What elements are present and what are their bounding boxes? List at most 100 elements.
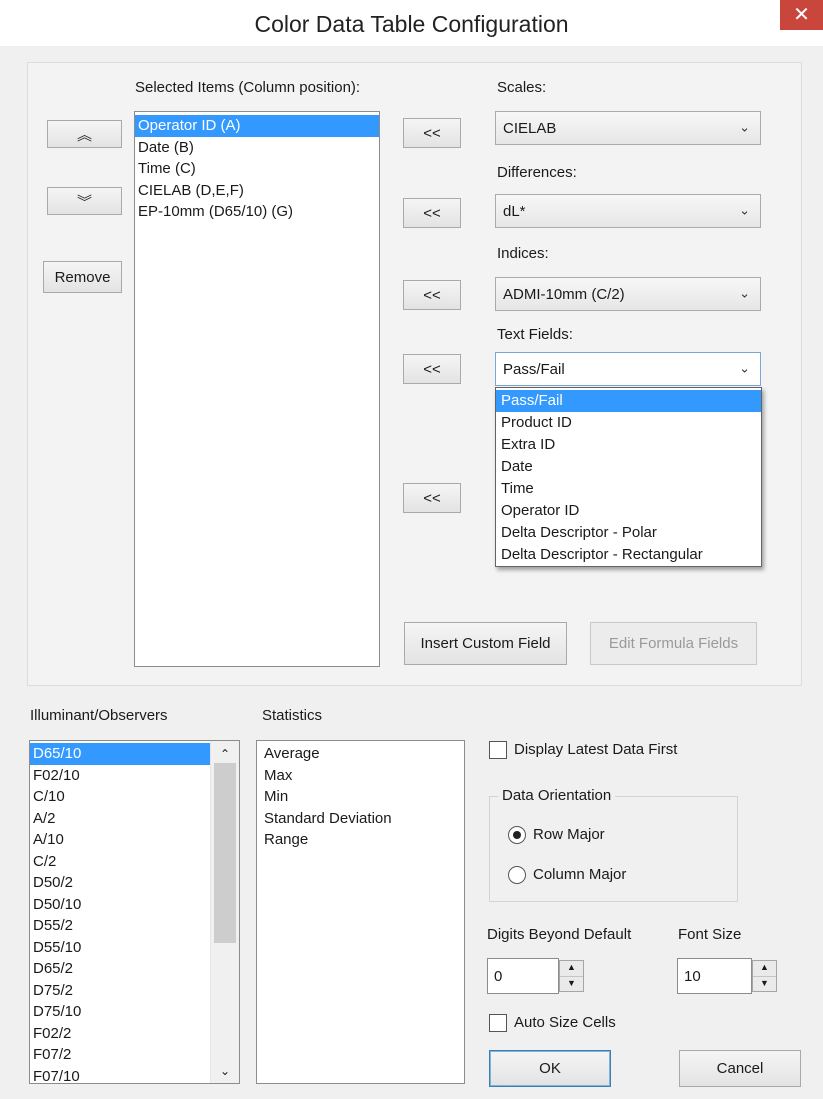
dropdown-option[interactable]: Operator ID [496,500,761,522]
add-custom-button[interactable]: << [403,483,461,513]
statistics-label: Statistics [262,707,323,724]
list-item[interactable]: C/2 [30,851,210,873]
scales-select[interactable]: CIELAB ⌄ [495,111,761,145]
dropdown-option[interactable]: Delta Descriptor - Polar [496,522,761,544]
list-item[interactable]: D50/2 [30,872,210,894]
insert-custom-field-button[interactable]: Insert Custom Field [404,622,567,665]
list-item[interactable]: CIELAB (D,E,F) [135,180,379,202]
list-item[interactable]: F07/10 [30,1066,210,1084]
spin-down-icon[interactable]: ▼ [753,976,776,991]
statistics-list[interactable]: Average Max Min Standard Deviation Range [256,740,465,1084]
list-item[interactable]: D55/2 [30,915,210,937]
add-scale-button[interactable]: << [403,118,461,148]
row-major-radio[interactable] [508,826,526,844]
ok-button[interactable]: OK [489,1050,611,1087]
list-item[interactable]: D55/10 [30,937,210,959]
column-major-label: Column Major [533,866,627,883]
double-chevron-left-icon: << [423,124,441,142]
remove-button[interactable]: Remove [43,261,122,293]
column-major-radio[interactable] [508,866,526,884]
text-fields-dropdown[interactable]: Pass/Fail Product ID Extra ID Date Time … [495,387,762,567]
indices-value: ADMI-10mm (C/2) [503,285,625,303]
dropdown-option[interactable]: Date [496,456,761,478]
list-item[interactable]: Operator ID (A) [135,115,379,137]
move-up-button[interactable]: ︽ [47,120,122,148]
radio-selected-dot [513,831,521,839]
list-item[interactable]: EP-10mm (D65/10) (G) [135,201,379,223]
close-icon: ✕ [793,4,810,26]
double-chevron-left-icon: << [423,204,441,222]
list-item[interactable]: Min [261,786,464,808]
scales-value: CIELAB [503,119,557,137]
chevron-down-icon: ⌄ [739,202,750,218]
list-item[interactable]: D75/10 [30,1001,210,1023]
text-fields-value: Pass/Fail [503,360,565,378]
list-item[interactable]: D65/10 [30,743,210,765]
double-chevron-left-icon: << [423,360,441,378]
list-item[interactable]: Max [261,765,464,787]
illuminant-label: Illuminant/Observers [30,707,168,724]
edit-formula-fields-button[interactable]: Edit Formula Fields [590,622,757,665]
dropdown-option[interactable]: Delta Descriptor - Rectangular [496,544,761,566]
font-size-input[interactable]: 10 [677,958,752,994]
scroll-down-icon[interactable]: ⌄ [211,1061,239,1083]
text-fields-select[interactable]: Pass/Fail ⌄ [495,352,761,386]
list-item[interactable]: Standard Deviation [261,808,464,830]
list-item[interactable]: Date (B) [135,137,379,159]
list-item[interactable]: F07/2 [30,1044,210,1066]
illuminant-list[interactable]: D65/10 F02/10 C/10 A/2 A/10 C/2 D50/2 D5… [29,740,240,1084]
list-item[interactable]: F02/10 [30,765,210,787]
data-orientation-label: Data Orientation [498,787,616,804]
dropdown-option[interactable]: Pass/Fail [496,390,761,412]
add-difference-button[interactable]: << [403,198,461,228]
list-item[interactable]: D65/2 [30,958,210,980]
dropdown-option[interactable]: Product ID [496,412,761,434]
list-item[interactable]: Average [261,743,464,765]
display-latest-first-label: Display Latest Data First [514,741,678,758]
double-chevron-down-icon: ︾ [76,193,92,211]
scales-label: Scales: [497,79,547,96]
spin-up-icon[interactable]: ▲ [753,961,776,976]
indices-select[interactable]: ADMI-10mm (C/2) ⌄ [495,277,761,311]
list-item[interactable]: A/10 [30,829,210,851]
list-item[interactable]: F02/2 [30,1023,210,1045]
window-title: Color Data Table Configuration [254,11,569,37]
differences-value: dL* [503,202,526,220]
spin-down-icon[interactable]: ▼ [560,976,583,991]
differences-select[interactable]: dL* ⌄ [495,194,761,228]
spin-up-icon[interactable]: ▲ [560,961,583,976]
cancel-button[interactable]: Cancel [679,1050,801,1087]
data-orientation-group [489,796,738,902]
selected-items-label: Selected Items (Column position): [135,79,361,96]
add-text-field-button[interactable]: << [403,354,461,384]
double-chevron-left-icon: << [423,489,441,507]
list-item[interactable]: Time (C) [135,158,379,180]
auto-size-cells-checkbox[interactable] [489,1014,507,1032]
digits-input[interactable]: 0 [487,958,559,994]
chevron-down-icon: ⌄ [739,360,750,376]
list-item[interactable]: D50/10 [30,894,210,916]
digits-beyond-default-label: Digits Beyond Default [487,926,632,943]
move-down-button[interactable]: ︾ [47,187,122,215]
list-item[interactable]: C/10 [30,786,210,808]
add-index-button[interactable]: << [403,280,461,310]
display-latest-first-checkbox[interactable] [489,741,507,759]
scrollbar-thumb[interactable] [214,763,236,943]
dropdown-option[interactable]: Time [496,478,761,500]
font-size-spinner[interactable]: ▲ ▼ [752,960,777,992]
digits-spinner[interactable]: ▲ ▼ [559,960,584,992]
list-item[interactable]: Range [261,829,464,851]
dropdown-option[interactable]: Extra ID [496,434,761,456]
differences-label: Differences: [497,164,577,181]
close-button[interactable]: ✕ [780,0,823,30]
font-size-label: Font Size [678,926,742,943]
text-fields-label: Text Fields: [497,326,573,343]
auto-size-cells-label: Auto Size Cells [514,1014,616,1031]
double-chevron-up-icon: ︽ [76,126,92,144]
row-major-label: Row Major [533,826,605,843]
list-item[interactable]: D75/2 [30,980,210,1002]
selected-items-list[interactable]: Operator ID (A) Date (B) Time (C) CIELAB… [134,111,380,667]
illuminant-scrollbar[interactable]: ⌃ ⌄ [210,741,239,1083]
list-item[interactable]: A/2 [30,808,210,830]
indices-label: Indices: [497,245,549,262]
